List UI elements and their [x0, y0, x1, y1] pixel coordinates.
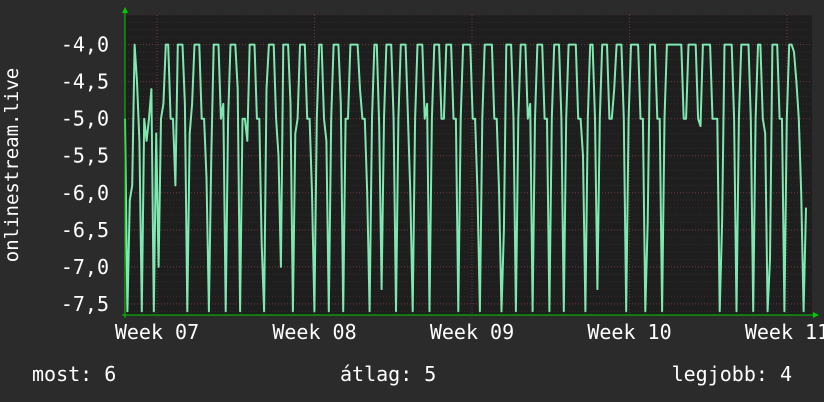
y-tick-label: -7,0 — [61, 255, 109, 279]
stat-now: most: 6 — [32, 362, 116, 386]
y-tick-label: -6,0 — [61, 181, 109, 205]
x-tick-label: Week 11 — [745, 320, 824, 344]
y-tick-label: -7,5 — [61, 292, 109, 316]
stat-best-value: 4 — [779, 362, 792, 386]
stat-best: legjobb: 4 — [672, 362, 792, 386]
chart: -4,0 -4,5 -5,0 -5,5 -6,0 -6,5 -7,0 -7,5 Week 07… — [1, 7, 824, 344]
x-axis-arrow — [813, 312, 819, 318]
y-tick-labels: -4,0 -4,5 -5,0 -5,5 -6,0 -6,5 -7,0 -7,5 — [61, 33, 109, 316]
x-tick-labels: Week 07 Week 08 Week 09 Week 10 Week 11 — [115, 320, 824, 344]
x-tick-label: Week 07 — [115, 320, 199, 344]
stat-average-label: átlag: — [340, 362, 413, 386]
stat-now-label: most: — [32, 362, 93, 386]
y-axis-label: onlinestream.live — [1, 68, 23, 262]
y-tick-label: -6,5 — [61, 218, 109, 242]
stat-average-value: 5 — [424, 362, 437, 386]
x-tick-label: Week 08 — [272, 320, 356, 344]
y-axis-arrow — [122, 7, 128, 13]
stat-now-value: 6 — [104, 362, 117, 386]
x-tick-label: Week 09 — [430, 320, 514, 344]
stat-best-label: legjobb: — [671, 362, 768, 386]
x-tick-label: Week 10 — [587, 320, 671, 344]
y-tick-label: -4,0 — [61, 33, 109, 57]
y-tick-label: -5,0 — [61, 107, 109, 131]
stat-average: átlag: 5 — [340, 362, 436, 386]
y-tick-label: -5,5 — [61, 144, 109, 168]
y-tick-label: -4,5 — [61, 70, 109, 94]
